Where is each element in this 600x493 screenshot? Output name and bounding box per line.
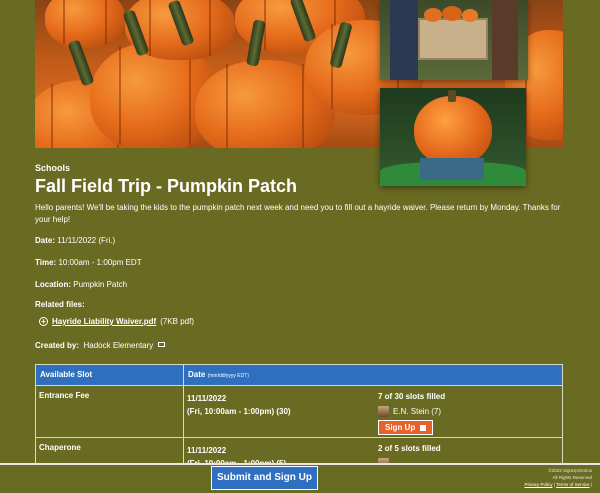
- rights-text: All Rights Reserved: [552, 475, 592, 480]
- event-date: Date: 11/11/2022 (Fri.): [35, 236, 115, 245]
- plus-circle-icon[interactable]: +: [39, 317, 48, 326]
- event-category: Schools: [35, 163, 71, 173]
- sign-up-label: Sign Up: [385, 423, 416, 432]
- slot-status: 7 of 30 slots filled E.N. Stein (7) Sign…: [378, 386, 562, 437]
- submit-and-sign-up-button[interactable]: Submit and Sign Up: [211, 466, 318, 490]
- table-header: Available Slot Date (mm/dd/yyyy EDT): [36, 365, 562, 385]
- created-by-label: Created by:: [35, 341, 80, 350]
- photo-crate-of-pumpkins: [380, 0, 528, 80]
- page-title: Fall Field Trip - Pumpkin Patch: [35, 176, 298, 196]
- event-time: Time: 10:00am - 1:00pm EDT: [35, 258, 142, 267]
- slots-table: Available Slot Date (mm/dd/yyyy EDT) Ent…: [35, 364, 563, 478]
- header-date: Date (mm/dd/yyyy EDT): [184, 365, 378, 385]
- checkbox-icon: [420, 424, 427, 431]
- legal-footer: ©2022 SignUpGenius All Rights Reserved P…: [524, 467, 592, 488]
- event-location: Location: Pumpkin Patch: [35, 280, 127, 289]
- slot-name: Entrance Fee: [36, 386, 184, 437]
- header-date-hint: (mm/dd/yyyy EDT): [207, 373, 249, 379]
- email-icon[interactable]: [157, 342, 165, 347]
- date-label: Date:: [35, 236, 56, 245]
- slots-filled-count: 2 of 5 slots filled: [378, 444, 441, 453]
- slot-date-value: 11/11/2022: [187, 446, 227, 455]
- location-label: Location:: [35, 280, 71, 289]
- privacy-policy-link[interactable]: Privacy Policy: [524, 482, 552, 487]
- header-filled: [378, 365, 562, 385]
- table-row: Entrance Fee 11/11/2022 (Fri, 10:00am - …: [36, 385, 562, 437]
- slot-date-value: 11/11/2022: [187, 394, 227, 403]
- photo-child-holding-pumpkin: [380, 88, 526, 186]
- legal-links: Privacy Policy | Terms of Service |: [524, 482, 592, 487]
- location-value: Pumpkin Patch: [73, 280, 128, 289]
- signer-name: E.N. Stein (7): [393, 407, 442, 416]
- file-meta: (7KB pdf): [160, 317, 194, 326]
- time-label: Time:: [35, 258, 57, 267]
- slots-filled-count: 7 of 30 slots filled: [378, 392, 446, 401]
- file-download-link[interactable]: Hayride Liability Waiver.pdf: [52, 317, 156, 326]
- terms-of-service-link[interactable]: Terms of Service: [556, 482, 590, 487]
- copyright-text: ©2022 SignUpGenius: [548, 468, 592, 473]
- related-file-item: + Hayride Liability Waiver.pdf (7KB pdf): [39, 317, 194, 326]
- header-date-label: Date: [188, 370, 206, 379]
- sign-up-button[interactable]: Sign Up: [378, 420, 434, 435]
- date-value: 11/11/2022 (Fri.): [57, 236, 116, 245]
- time-value: 10:00am - 1:00pm EDT: [58, 258, 142, 267]
- avatar: [378, 406, 389, 417]
- created-by-value: Hadock Elementary: [83, 341, 154, 350]
- created-by: Created by: Hadock Elementary: [35, 341, 165, 350]
- header-available-slot: Available Slot: [36, 365, 184, 385]
- signer-entry: E.N. Stein (7): [378, 406, 562, 417]
- slot-time-value: (Fri, 10:00am - 1:00pm) (30): [187, 407, 291, 416]
- related-files-label: Related files:: [35, 300, 85, 309]
- event-description: Hello parents! We'll be taking the kids …: [35, 203, 561, 224]
- slot-date: 11/11/2022 (Fri, 10:00am - 1:00pm) (30): [184, 386, 378, 437]
